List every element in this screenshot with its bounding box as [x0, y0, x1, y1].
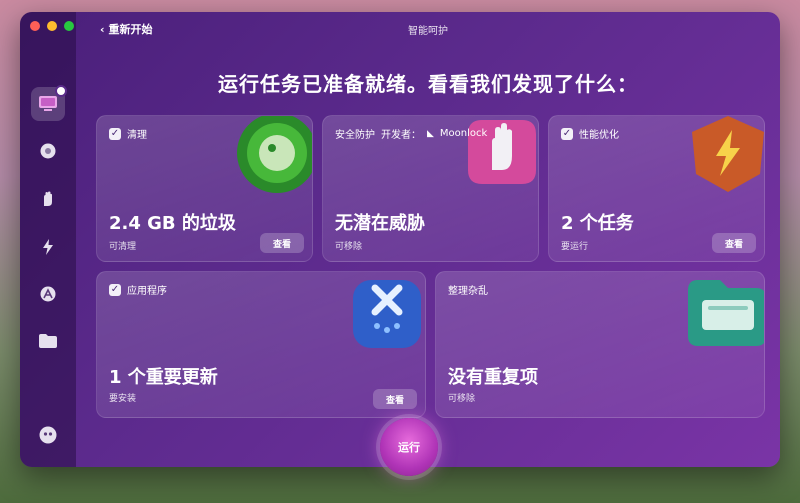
title-bar: ‹ 重新开始 智能呵护 — [76, 12, 780, 44]
minimize-button[interactable] — [47, 21, 57, 31]
clutter-sub: 可移除 — [448, 394, 476, 404]
assistant-icon — [39, 426, 57, 444]
close-button[interactable] — [30, 21, 40, 31]
cleanup-sub: 可清理 — [109, 242, 137, 252]
cleanup-value: 2.4 GB 的垃圾 — [109, 213, 236, 234]
sidebar-item-cleanup[interactable] — [31, 134, 65, 168]
sidebar-item-smart-care[interactable] — [31, 85, 67, 121]
window-title: 智能呵护 — [408, 26, 448, 37]
clutter-label-row: 整理杂乱 — [448, 282, 488, 297]
files-icon — [39, 334, 57, 348]
applications-checkbox[interactable]: ✓ — [109, 283, 121, 296]
performance-value: 2 个任务 — [561, 213, 634, 234]
developer-name: Moonlock — [439, 128, 488, 139]
applications-icon — [40, 286, 56, 302]
sidebar — [20, 12, 76, 467]
performance-view-button[interactable]: 查看 — [712, 233, 756, 253]
card-clutter[interactable]: 整理杂乱 没有重复项 可移除 — [435, 271, 765, 418]
applications-illustration-icon — [353, 280, 421, 348]
smart-care-icon — [39, 96, 57, 111]
performance-sub: 要运行 — [561, 242, 589, 252]
protection-icon — [44, 191, 52, 206]
applications-view-button[interactable]: 查看 — [373, 389, 417, 409]
card-performance[interactable]: ✓ 性能优化 2 个任务 要运行 查看 — [548, 115, 765, 262]
protection-label-row: 安全防护 开发者： ◣ Moonlock — [335, 126, 487, 141]
applications-sub: 要安装 — [109, 394, 137, 404]
moonlock-logo-icon: ◣ — [427, 128, 434, 139]
notification-dot — [55, 85, 67, 97]
performance-icon — [43, 239, 53, 255]
page-headline: 运行任务已准备就绪。看看我们发现了什么： — [218, 72, 638, 96]
performance-checkbox[interactable]: ✓ — [561, 127, 573, 140]
sidebar-item-applications[interactable] — [31, 277, 65, 311]
card-applications[interactable]: ✓ 应用程序 1 个重要更新 要安装 查看 — [96, 271, 426, 418]
protection-value: 无潜在威胁 — [335, 213, 425, 234]
developer-label: 开发者： — [381, 130, 421, 141]
clutter-label: 整理杂乱 — [448, 286, 488, 297]
run-button[interactable]: 运行 — [380, 418, 438, 476]
card-cleanup[interactable]: ✓ 清理 2.4 GB 的垃圾 可清理 查看 — [96, 115, 313, 262]
cleanup-label-row: ✓ 清理 — [109, 126, 147, 141]
sidebar-item-protection[interactable] — [31, 182, 65, 216]
lightning-illustration-icon — [692, 116, 764, 192]
cleanup-label: 清理 — [127, 130, 147, 141]
window-controls — [30, 21, 74, 31]
cleanup-checkbox[interactable]: ✓ — [109, 127, 121, 140]
performance-label: 性能优化 — [579, 130, 619, 141]
applications-label: 应用程序 — [127, 286, 167, 297]
clutter-value: 没有重复项 — [448, 367, 538, 388]
cleanup-view-button[interactable]: 查看 — [260, 233, 304, 253]
sidebar-item-files[interactable] — [31, 324, 65, 358]
app-window: ‹ 重新开始 智能呵护 运行任务已准备就绪。看看我们发现了什么： ✓ 清理 2.… — [20, 12, 780, 467]
applications-label-row: ✓ 应用程序 — [109, 282, 167, 297]
card-protection[interactable]: 安全防护 开发者： ◣ Moonlock 无潜在威胁 可移除 — [322, 115, 539, 262]
sidebar-item-assistant[interactable] — [31, 418, 65, 452]
protection-sub: 可移除 — [335, 242, 363, 252]
cleanup-icon — [40, 143, 56, 159]
cleanup-illustration-icon — [237, 116, 312, 193]
protection-label: 安全防护 — [335, 130, 375, 141]
zoom-button[interactable] — [64, 21, 74, 31]
sidebar-item-performance[interactable] — [31, 230, 65, 264]
folder-illustration-icon — [688, 280, 764, 346]
applications-value: 1 个重要更新 — [109, 367, 218, 388]
performance-label-row: ✓ 性能优化 — [561, 126, 619, 141]
